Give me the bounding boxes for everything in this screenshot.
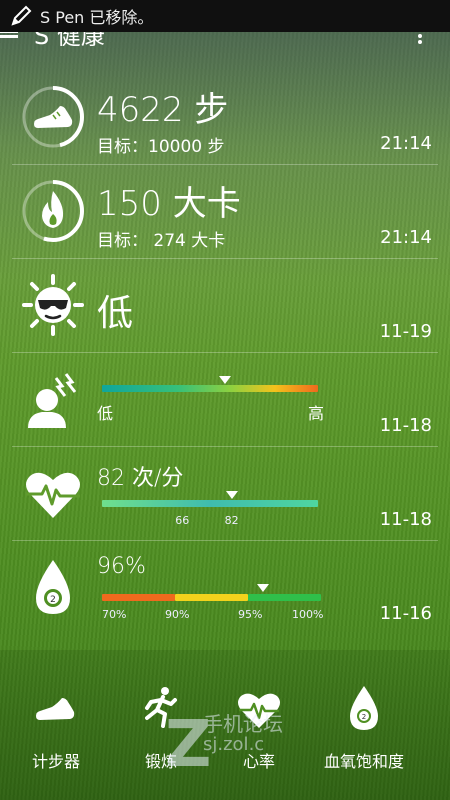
- spo2-segment-low: [102, 594, 175, 601]
- stress-pointer: [219, 376, 232, 384]
- calories-time: 21:14: [380, 227, 432, 248]
- svg-text:2: 2: [50, 595, 56, 605]
- steps-goal: 目标：10000 步: [97, 137, 225, 157]
- stress-high-label: 高: [308, 404, 325, 423]
- calories-card[interactable]: 150 大卡 目标： 274 大卡 21:14: [12, 164, 438, 259]
- spo2-card[interactable]: 2 96% 70% 90% 95% 100% 11-16: [12, 540, 438, 634]
- status-bar: S Pen 已移除。: [0, 0, 450, 32]
- calories-value: 150 大卡: [97, 184, 241, 224]
- menu-icon[interactable]: [0, 32, 18, 40]
- stress-low-label: 低: [97, 404, 114, 423]
- stress-time: 11-18: [379, 415, 432, 436]
- pedometer-card[interactable]: 4622 步 目标：10000 步 21:14: [12, 70, 438, 165]
- spo2-pointer: [256, 584, 269, 592]
- spo2-tick-95: 95%: [238, 608, 263, 621]
- tab-pedometer-label: 计步器: [31, 752, 80, 771]
- steps-value: 4622 步: [97, 90, 229, 130]
- steps-time: 21:14: [380, 133, 432, 154]
- heart-rate-pointer: [225, 491, 238, 499]
- spo2-tick-70: 70%: [102, 608, 127, 621]
- oxygen-drop-icon: 2: [350, 686, 378, 730]
- shoe-progress-icon: [22, 86, 84, 148]
- spo2-tick-90: 90%: [165, 608, 190, 621]
- uv-time: 11-19: [379, 321, 432, 342]
- watermark-line2: sj.zol.c: [203, 734, 265, 755]
- heart-pulse-icon: [26, 472, 80, 518]
- s-pen-icon: [11, 5, 32, 26]
- flame-progress-icon: [22, 180, 84, 242]
- heart-rate-bar: [102, 500, 318, 507]
- more-options-icon[interactable]: [418, 32, 422, 44]
- spo2-tick-100: 100%: [292, 608, 324, 621]
- heart-rate-time: 11-18: [379, 509, 432, 530]
- watermark-line1: 手机论坛: [203, 712, 283, 736]
- heart-rate-value: 82 次/分: [97, 466, 184, 491]
- spo2-segment-mid: [175, 594, 248, 601]
- uv-card[interactable]: 低 11-19: [12, 258, 438, 353]
- stress-card[interactable]: 低 高 11-18: [12, 352, 438, 447]
- calories-goal: 目标： 274 大卡: [97, 231, 226, 251]
- uv-value: 低: [97, 293, 134, 334]
- tab-pedometer[interactable]: 计步器: [0, 650, 112, 800]
- oxygen-drop-icon: 2: [36, 560, 70, 614]
- stress-head-icon: [28, 373, 77, 428]
- app-title: S 健康: [34, 32, 105, 46]
- forum-watermark: Z 手机论坛 sj.zol.c: [165, 708, 335, 782]
- status-message: S Pen 已移除。: [40, 8, 154, 27]
- spo2-segment-high: [248, 594, 321, 601]
- sun-sunglasses-icon: [22, 274, 84, 336]
- svg-text:2: 2: [362, 713, 366, 721]
- spo2-time: 11-16: [379, 603, 432, 624]
- heart-rate-tick-low: 66: [175, 514, 190, 527]
- spo2-value: 96%: [97, 554, 146, 579]
- app-bar: S 健康: [0, 32, 450, 46]
- heart-rate-tick-high: 82: [224, 514, 239, 527]
- stress-bar: [102, 385, 318, 392]
- heart-rate-card[interactable]: 82 次/分 66 82 11-18: [12, 446, 438, 541]
- shoe-icon: [36, 698, 75, 720]
